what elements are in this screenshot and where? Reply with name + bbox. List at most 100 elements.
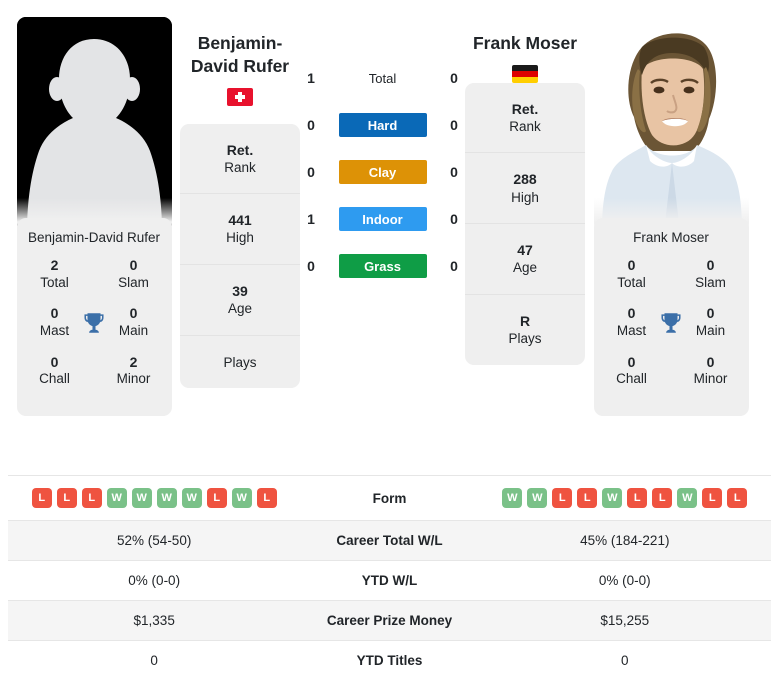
surface-breakdown-list: 1 Total 0 0 Hard 0 0 Clay 0 1 Indoor 0 0 Grass 0 <box>300 10 465 278</box>
right-titles-chall-value: 0 <box>627 353 636 370</box>
h2h-right-score: 0 <box>450 211 458 227</box>
left-titles-minor: 2 Minor <box>104 354 164 388</box>
trophy-icon <box>661 312 681 333</box>
form-badge-loss[interactable]: L <box>552 488 573 508</box>
form-badge-win[interactable]: W <box>131 488 152 508</box>
right-titles-total: 0 Total <box>602 257 662 291</box>
form-badge-loss[interactable]: L <box>577 488 598 508</box>
left-value-cell: 52% (54-50) <box>117 533 192 548</box>
right-player-profile-stack: Ret. Rank 288 High 47 Age R Plays <box>465 82 585 365</box>
form-badge-win[interactable]: W <box>156 488 177 508</box>
h2h-right-score: 0 <box>450 117 458 133</box>
left-value-cell: $1,335 <box>133 613 175 628</box>
left-player-photo-column: Benjamin-David Rufer 2 Total 0 Slam 0 Ma… <box>8 10 180 417</box>
form-badge-win[interactable]: W <box>231 488 252 508</box>
right-value-cell: $15,255 <box>600 613 650 628</box>
head-to-head-column: 1 Total 0 0 Hard 0 0 Clay 0 1 Indoor 0 0 Grass 0 <box>300 10 465 278</box>
form-badge-loss[interactable]: L <box>206 488 227 508</box>
left-titles-chall-value: 0 <box>50 353 59 370</box>
right-profile-rank: Ret. Rank <box>465 82 585 154</box>
right-player-info-column: Frank Moser Ret. Rank 288 High 47 Age R … <box>465 10 585 365</box>
left-profile-high-value: 441 <box>228 212 252 229</box>
stat-label-cell: Form <box>372 490 407 506</box>
left-titles-slam-label: Slam <box>118 274 149 290</box>
form-badge-loss[interactable]: L <box>652 488 673 508</box>
right-player-photo <box>593 17 749 232</box>
form-badge-loss[interactable]: L <box>627 488 648 508</box>
form-badge-loss[interactable]: L <box>56 488 77 508</box>
left-profile-rank: Ret. Rank <box>180 123 300 195</box>
left-titles-main: 0 Main <box>104 305 164 339</box>
german-flag-icon <box>512 64 538 83</box>
swiss-flag-icon <box>227 87 253 106</box>
right-titles-slam: 0 Slam <box>681 257 741 291</box>
form-badge-loss[interactable]: L <box>31 488 52 508</box>
form-badge-loss[interactable]: L <box>702 488 723 508</box>
form-badge-loss[interactable]: L <box>81 488 102 508</box>
form-badge-loss[interactable]: L <box>727 488 748 508</box>
right-titles-chall: 0 Chall <box>602 354 662 388</box>
left-player-photo <box>16 17 172 232</box>
right-player-name-block: Frank Moser <box>465 10 585 83</box>
surface-badge-indoor[interactable]: Indoor <box>338 207 427 231</box>
right-profile-rank-value: Ret. <box>511 100 539 117</box>
form-badge-win[interactable]: W <box>502 488 523 508</box>
table-row: $1,335 Career Prize Money $15,255 <box>8 600 771 641</box>
left-profile-plays-label: Plays <box>223 354 257 370</box>
surface-badge-total: Total <box>368 70 397 86</box>
left-profile-age-label: Age <box>227 301 253 317</box>
right-profile-high-label: High <box>511 189 539 205</box>
player-comparison-page: Benjamin-David Rufer 2 Total 0 Slam 0 Ma… <box>0 0 779 699</box>
left-player-name-line2: David Rufer <box>190 55 290 76</box>
right-profile-age-label: Age <box>512 260 538 276</box>
right-profile-rank-label: Rank <box>509 118 541 134</box>
left-titles-minor-value: 2 <box>129 353 138 370</box>
stat-label-cell: Career Total W/L <box>336 533 443 548</box>
left-titles-mast-label: Mast <box>39 322 70 338</box>
right-profile-plays-value: R <box>519 312 531 329</box>
left-titles-total: 2 Total <box>25 257 85 291</box>
left-player-name-line1: Benjamin- <box>197 33 283 53</box>
h2h-row-indoor: 1 Indoor 0 <box>300 207 465 231</box>
surface-badge-grass[interactable]: Grass <box>338 254 427 278</box>
right-titles-main: 0 Main <box>681 305 741 339</box>
form-badge-loss[interactable]: L <box>256 488 277 508</box>
left-profile-rank-label: Rank <box>224 159 256 175</box>
form-badge-win[interactable]: W <box>527 488 548 508</box>
right-titles-mast-value: 0 <box>627 305 636 322</box>
h2h-right-score: 0 <box>450 70 458 86</box>
surface-badge-clay[interactable]: Clay <box>338 160 427 184</box>
right-profile-age-value: 47 <box>517 242 533 259</box>
right-value-cell: WWLLWLLWLL <box>479 476 771 521</box>
right-profile-plays-label: Plays <box>508 331 542 347</box>
left-titles-mast: 0 Mast <box>25 305 85 339</box>
surface-badge-hard[interactable]: Hard <box>338 113 427 137</box>
left-titles-main-label: Main <box>118 322 149 338</box>
form-badge-win[interactable]: W <box>181 488 202 508</box>
right-player-titles-card: Frank Moser 0 Total 0 Slam 0 Mast 0 Main… <box>593 218 749 417</box>
table-row: 0 YTD Titles 0 <box>8 640 771 681</box>
right-titles-minor: 0 Minor <box>681 354 741 388</box>
left-titles-total-value: 2 <box>50 257 59 273</box>
form-badge-win[interactable]: W <box>106 488 127 508</box>
form-badge-win[interactable]: W <box>677 488 698 508</box>
h2h-right-score: 0 <box>450 258 458 274</box>
left-titles-main-value: 0 <box>129 305 138 322</box>
stat-label-cell: YTD Titles <box>356 653 423 668</box>
right-titles-mast: 0 Mast <box>602 305 662 339</box>
right-value-cell: 45% (184-221) <box>580 533 670 548</box>
h2h-row-grass: 0 Grass 0 <box>300 254 465 278</box>
h2h-left-score: 0 <box>307 164 315 180</box>
left-value-cell: 0 <box>150 653 158 668</box>
left-titles-slam-value: 0 <box>129 257 138 273</box>
left-player-info-column: Benjamin- David Rufer Ret. Rank 441 High <box>180 10 300 389</box>
left-profile-plays: Plays <box>180 335 300 389</box>
right-value-cell: 0 <box>621 653 629 668</box>
right-titles-mast-label: Mast <box>616 322 647 338</box>
left-player-name-block: Benjamin- David Rufer <box>180 10 300 106</box>
left-titles-mast-value: 0 <box>50 305 59 322</box>
left-form-badges: LLLWWWWLWL <box>14 488 294 508</box>
form-badge-win[interactable]: W <box>602 488 623 508</box>
right-titles-total-label: Total <box>617 274 646 290</box>
right-titles-minor-value: 0 <box>706 353 715 370</box>
